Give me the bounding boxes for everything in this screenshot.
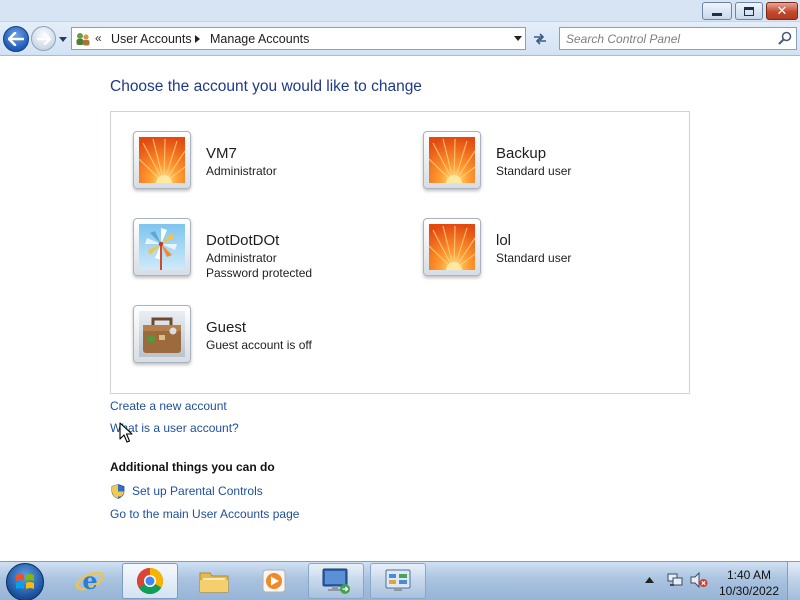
- svg-text:e: e: [82, 566, 97, 595]
- chevron-down-icon: [59, 36, 67, 42]
- account-picture-frame: [133, 131, 191, 189]
- restore-button[interactable]: [735, 2, 763, 20]
- account-type: Standard user: [496, 164, 572, 178]
- windows-logo-icon: [16, 574, 34, 589]
- minimize-icon: [712, 12, 722, 16]
- account-name: VM7: [206, 145, 237, 162]
- account-picture-frame: [133, 218, 191, 276]
- refresh-button[interactable]: [528, 27, 551, 50]
- page-title: Choose the account you would like to cha…: [110, 78, 422, 95]
- accounts-panel: [110, 111, 690, 394]
- address-dropdown-icon[interactable]: [514, 36, 522, 41]
- taskbar: e 1:40 AM 10/30/2022: [0, 561, 800, 600]
- taskbar-chrome[interactable]: [122, 563, 178, 599]
- account-name: lol: [496, 232, 512, 249]
- account-name: DotDotDOt: [206, 232, 280, 249]
- parental-controls-link[interactable]: Set up Parental Controls: [132, 484, 263, 498]
- create-account-link[interactable]: Create a new account: [110, 399, 227, 413]
- uac-shield-icon: [111, 484, 125, 499]
- account-picture-frame: [423, 131, 481, 189]
- orange-flower-icon: [429, 224, 475, 270]
- account-name: Backup: [496, 145, 547, 162]
- volume-muted-icon[interactable]: [690, 572, 708, 588]
- taskbar-media-player[interactable]: [246, 563, 302, 599]
- close-button[interactable]: ✕: [766, 2, 798, 20]
- recent-pages-dropdown[interactable]: [58, 34, 68, 44]
- main-user-accounts-link[interactable]: Go to the main User Accounts page: [110, 507, 299, 521]
- suitcase-icon: [139, 311, 185, 357]
- breadcrumb-manage-accounts[interactable]: Manage Accounts: [210, 32, 309, 46]
- account-type: Administrator: [206, 164, 277, 178]
- account-type: Standard user: [496, 251, 572, 265]
- restore-icon: [744, 6, 754, 16]
- window-titlebar: ✕: [0, 0, 800, 22]
- breadcrumb-user-accounts[interactable]: User Accounts: [111, 32, 192, 46]
- account-picture-frame: [423, 218, 481, 276]
- user-accounts-icon: [76, 33, 90, 46]
- breadcrumb-separator-icon[interactable]: [195, 35, 200, 43]
- account-password-status: Password protected: [206, 266, 313, 280]
- breadcrumb-overflow-icon[interactable]: «: [95, 31, 102, 45]
- close-icon: ✕: [776, 3, 788, 18]
- account-type: Administrator: [206, 251, 277, 265]
- clock-time[interactable]: 1:40 AM: [716, 568, 782, 582]
- network-icon[interactable]: [667, 572, 683, 588]
- media-player-icon: [262, 569, 286, 593]
- internet-explorer-icon: e: [75, 566, 105, 595]
- mouse-cursor-icon: [119, 422, 133, 443]
- start-button[interactable]: [6, 563, 44, 600]
- account-status: Guest account is off: [206, 338, 312, 352]
- taskbar-internet-explorer[interactable]: e: [62, 563, 118, 599]
- search-placeholder: Search Control Panel: [566, 32, 681, 46]
- navigation-bar: « User Accounts Manage Accounts Search C…: [0, 22, 800, 56]
- forward-arrow-icon: [36, 32, 51, 45]
- control-panel-icon: [385, 569, 411, 591]
- additional-things-heading: Additional things you can do: [110, 460, 275, 474]
- taskbar-file-explorer[interactable]: [186, 563, 242, 599]
- address-bar[interactable]: « User Accounts Manage Accounts: [71, 27, 526, 50]
- remote-desktop-icon: [322, 568, 350, 594]
- refresh-icon: [533, 32, 546, 45]
- orange-flower-icon: [429, 137, 475, 183]
- show-desktop-button[interactable]: [787, 562, 800, 600]
- taskbar-control-panel[interactable]: [370, 563, 426, 599]
- account-picture-frame: [133, 305, 191, 363]
- back-button[interactable]: [3, 26, 29, 52]
- forward-button[interactable]: [31, 26, 56, 51]
- back-arrow-icon: [8, 32, 24, 46]
- account-name: Guest: [206, 319, 247, 336]
- pinwheel-icon: [139, 224, 185, 270]
- search-icon[interactable]: [778, 31, 792, 45]
- search-input[interactable]: Search Control Panel: [559, 27, 797, 50]
- clock-date[interactable]: 10/30/2022: [716, 584, 782, 598]
- show-hidden-icons-icon[interactable]: [645, 577, 654, 583]
- chrome-icon: [136, 567, 164, 595]
- minimize-button[interactable]: [702, 2, 732, 20]
- folder-icon: [199, 572, 229, 593]
- orange-flower-icon: [139, 137, 185, 183]
- taskbar-remote-desktop[interactable]: [308, 563, 364, 599]
